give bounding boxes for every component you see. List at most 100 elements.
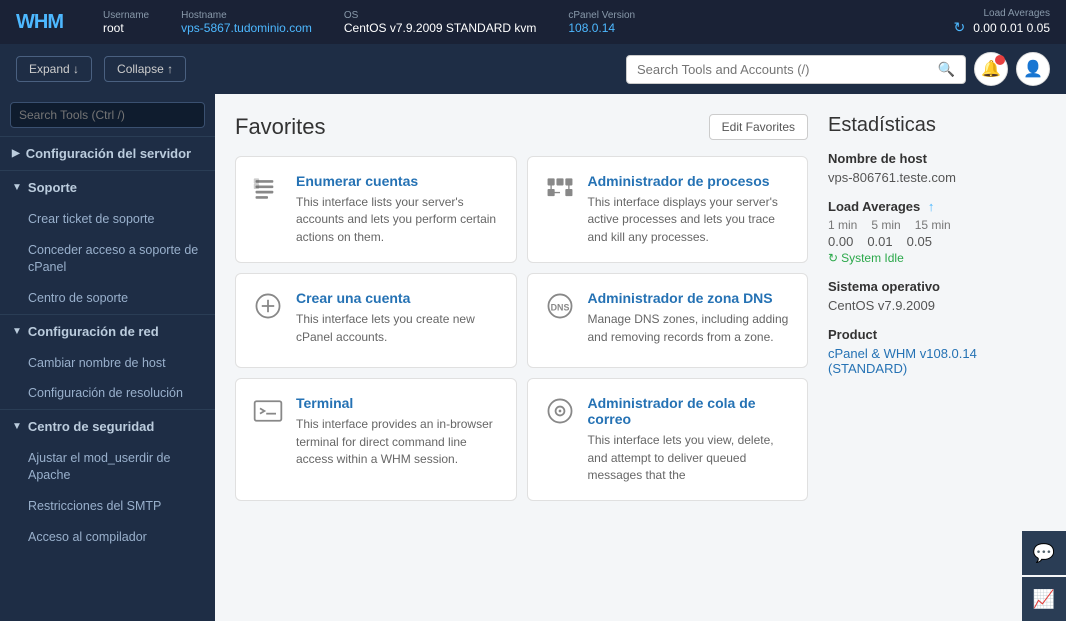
logo: WHM xyxy=(16,11,63,34)
content-area: Favorites Edit Favorites xyxy=(215,94,1066,621)
favorites-panel: Favorites Edit Favorites xyxy=(215,94,828,621)
process-icon xyxy=(542,171,578,207)
load-averages-group: Load Averages ↻ 0.00 0.01 0.05 xyxy=(954,8,1050,36)
chevron-down-icon-3: ▼ xyxy=(12,421,22,432)
load-avg-col-15min: 15 min xyxy=(915,218,951,232)
stats-product-section: Product cPanel & WHM v108.0.14 (STANDARD… xyxy=(828,327,1050,376)
sidebar-section-soporte: ▼ Soporte Crear ticket de soporte Conced… xyxy=(0,170,215,314)
system-idle: ↻ System Idle xyxy=(828,251,1050,265)
collapse-button[interactable]: Collapse ↑ xyxy=(104,56,186,82)
notification-bell-button[interactable]: 🔔 xyxy=(974,52,1008,86)
sidebar-section-config-red: ▼ Configuración de red Cambiar nombre de… xyxy=(0,314,215,410)
chat-button[interactable]: 💬 xyxy=(1022,531,1066,575)
username-group: Username root xyxy=(103,10,149,35)
sidebar-item-centro-soporte[interactable]: Centro de soporte xyxy=(0,283,215,314)
search-bar-main: 🔍 xyxy=(626,55,966,84)
hostname-value: vps-5867.tudominio.com xyxy=(181,21,312,35)
load-avg-5min-val: 0.01 xyxy=(867,234,892,249)
second-bar: Expand ↓ Collapse ↑ 🔍 🔔 👤 xyxy=(0,44,1066,94)
stats-load-avg-text: Load Averages xyxy=(828,199,920,214)
sidebar-search-input[interactable] xyxy=(10,102,205,128)
load-avg-numbers: 0.00 0.01 0.05 xyxy=(973,21,1050,35)
load-trend-icon: ↑ xyxy=(928,199,935,214)
stats-hostname-label: Nombre de host xyxy=(828,151,1050,166)
terminal-icon xyxy=(250,393,286,429)
load-avg-col-5min: 5 min xyxy=(871,218,900,232)
floating-buttons: 💬 📈 xyxy=(1022,531,1066,621)
card-admin-procesos-desc: This interface displays your server's ac… xyxy=(588,194,792,246)
sidebar-item-cambiar-nombre[interactable]: Cambiar nombre de host xyxy=(0,348,215,379)
card-dns-desc: Manage DNS zones, including adding and r… xyxy=(588,311,792,346)
load-avg-1min-val: 0.00 xyxy=(828,234,853,249)
sidebar-section-seguridad-label: Centro de seguridad xyxy=(28,419,154,434)
edit-favorites-button[interactable]: Edit Favorites xyxy=(709,114,808,140)
cards-grid: Enumerar cuentas This interface lists yo… xyxy=(235,156,808,501)
sidebar-section-config-red-header[interactable]: ▼ Configuración de red xyxy=(0,315,215,348)
sidebar-section-config-server-label: Configuración del servidor xyxy=(26,146,191,161)
search-input[interactable] xyxy=(637,62,934,77)
card-terminal[interactable]: Terminal This interface provides an in-b… xyxy=(235,378,517,501)
card-crear-cuenta-desc: This interface lets you create new cPane… xyxy=(296,311,500,346)
card-admin-procesos[interactable]: Administrador de procesos This interface… xyxy=(527,156,809,263)
user-avatar-button[interactable]: 👤 xyxy=(1016,52,1050,86)
add-circle-icon xyxy=(250,288,286,324)
username-label: Username xyxy=(103,10,149,21)
card-crear-cuenta[interactable]: Crear una cuenta This interface lets you… xyxy=(235,273,517,368)
favorites-title: Favorites xyxy=(235,114,325,140)
stats-load-avg-section: Load Averages ↑ 1 min 5 min 15 min 0.00 … xyxy=(828,199,1050,265)
username-value: root xyxy=(103,21,149,35)
card-mail-queue-desc: This interface lets you view, delete, an… xyxy=(588,432,792,484)
load-avg-col-1min: 1 min xyxy=(828,218,857,232)
sidebar-section-seguridad-header[interactable]: ▼ Centro de seguridad xyxy=(0,410,215,443)
sidebar-item-mod-userdir[interactable]: Ajustar el mod_userdir de Apache xyxy=(0,443,215,491)
notification-badge xyxy=(995,55,1005,65)
card-crear-cuenta-title: Crear una cuenta xyxy=(296,290,500,306)
stats-hostname-value: vps-806761.teste.com xyxy=(828,170,1050,185)
card-mail-queue[interactable]: Administrador de cola de correo This int… xyxy=(527,378,809,501)
card-enumerar-cuentas-desc: This interface lists your server's accou… xyxy=(296,194,500,246)
sidebar-section-config-red-label: Configuración de red xyxy=(28,324,159,339)
sidebar-section-soporte-label: Soporte xyxy=(28,180,77,195)
card-enumerar-cuentas-title: Enumerar cuentas xyxy=(296,173,500,189)
sidebar-section-soporte-header[interactable]: ▼ Soporte xyxy=(0,171,215,204)
sidebar-item-crear-ticket[interactable]: Crear ticket de soporte xyxy=(0,204,215,235)
chevron-down-icon: ▼ xyxy=(12,182,22,193)
chevron-down-icon-2: ▼ xyxy=(12,326,22,337)
mail-queue-icon xyxy=(542,393,578,429)
card-enumerar-cuentas[interactable]: Enumerar cuentas This interface lists yo… xyxy=(235,156,517,263)
sidebar-section-seguridad: ▼ Centro de seguridad Ajustar el mod_use… xyxy=(0,409,215,553)
card-dns[interactable]: DNS Administrador de zona DNS Manage DNS… xyxy=(527,273,809,368)
card-dns-title: Administrador de zona DNS xyxy=(588,290,792,306)
chart-button[interactable]: 📈 xyxy=(1022,577,1066,621)
load-avg-label: Load Averages xyxy=(983,8,1050,19)
hostname-group: Hostname vps-5867.tudominio.com xyxy=(181,10,312,35)
expand-button[interactable]: Expand ↓ xyxy=(16,56,92,82)
stats-hostname-section: Nombre de host vps-806761.teste.com xyxy=(828,151,1050,185)
sidebar-item-conceder-acceso[interactable]: Conceder acceso a soporte de cPanel xyxy=(0,235,215,283)
sidebar-item-config-resolucion[interactable]: Configuración de resolución xyxy=(0,378,215,409)
cpanel-value: 108.0.14 xyxy=(568,21,635,35)
load-avg-values: ↻ 0.00 0.01 0.05 xyxy=(954,19,1050,36)
main-layout: ▶ Configuración del servidor ▼ Soporte C… xyxy=(0,94,1066,621)
os-label: OS xyxy=(344,10,537,21)
sidebar: ▶ Configuración del servidor ▼ Soporte C… xyxy=(0,94,215,621)
sidebar-section-config-server-header[interactable]: ▶ Configuración del servidor xyxy=(0,137,215,170)
stats-product-value: cPanel & WHM v108.0.14 (STANDARD) xyxy=(828,346,1050,376)
stats-os-label: Sistema operativo xyxy=(828,279,1050,294)
stats-title: Estadísticas xyxy=(828,114,1050,137)
card-admin-procesos-title: Administrador de procesos xyxy=(588,173,792,189)
card-terminal-desc: This interface provides an in-browser te… xyxy=(296,416,500,468)
load-avg-nums-row: 0.00 0.01 0.05 xyxy=(828,234,1050,249)
chevron-right-icon: ▶ xyxy=(12,148,20,159)
stats-load-avg-label: Load Averages ↑ xyxy=(828,199,1050,214)
stats-product-label: Product xyxy=(828,327,1050,342)
sidebar-item-smtp[interactable]: Restricciones del SMTP xyxy=(0,491,215,522)
cpanel-label: cPanel Version xyxy=(568,10,635,21)
search-bar-container: 🔍 🔔 👤 xyxy=(626,52,1050,86)
sidebar-item-compilador[interactable]: Acceso al compilador xyxy=(0,522,215,553)
search-icon[interactable]: 🔍 xyxy=(938,61,955,78)
list-icon xyxy=(250,171,286,207)
favorites-header: Favorites Edit Favorites xyxy=(235,114,808,140)
stats-os-value: CentOS v7.9.2009 xyxy=(828,298,1050,313)
refresh-icon[interactable]: ↻ xyxy=(954,19,966,36)
